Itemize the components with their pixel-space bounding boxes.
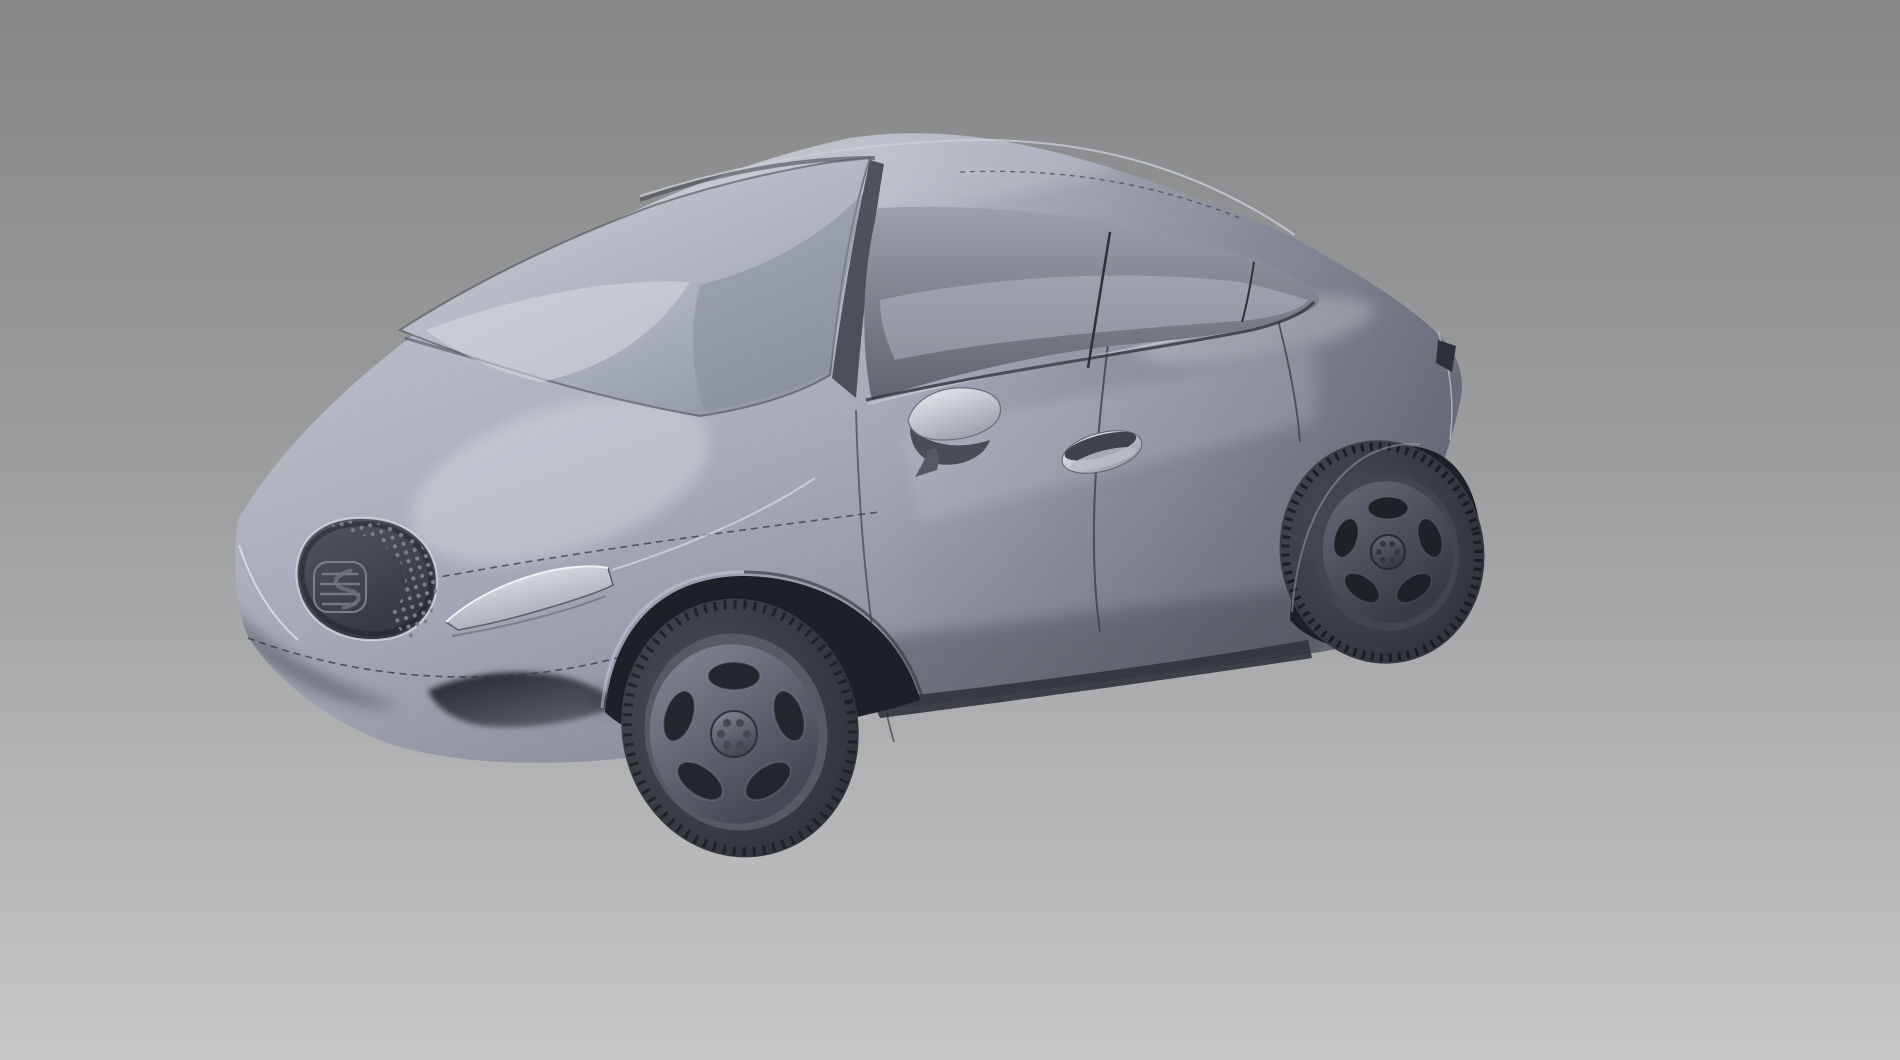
car-render — [0, 0, 1900, 1060]
front-grille — [296, 518, 437, 640]
viewport-3d[interactable] — [0, 0, 1900, 1060]
